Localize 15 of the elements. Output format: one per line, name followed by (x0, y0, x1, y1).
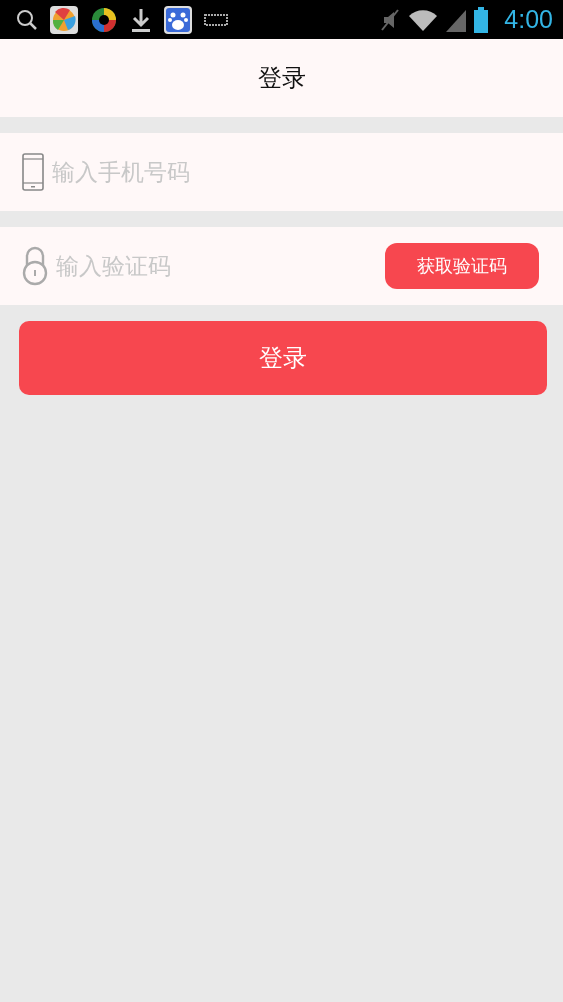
app-icon (90, 5, 118, 34)
lock-icon (22, 246, 48, 286)
download-icon (130, 6, 152, 33)
mute-icon (380, 7, 401, 32)
phone-icon (22, 153, 44, 191)
app-icon (50, 5, 78, 34)
keyboard-icon (204, 12, 228, 27)
page-title: 登录 (257, 63, 306, 94)
clock-time: 4:00 (504, 5, 553, 34)
search-icon (16, 8, 38, 31)
wifi-icon (408, 7, 439, 32)
battery-icon (474, 6, 489, 33)
get-code-button[interactable]: 获取验证码 (385, 243, 539, 289)
login-button[interactable]: 登录 (19, 321, 547, 395)
paw-icon (164, 5, 192, 34)
